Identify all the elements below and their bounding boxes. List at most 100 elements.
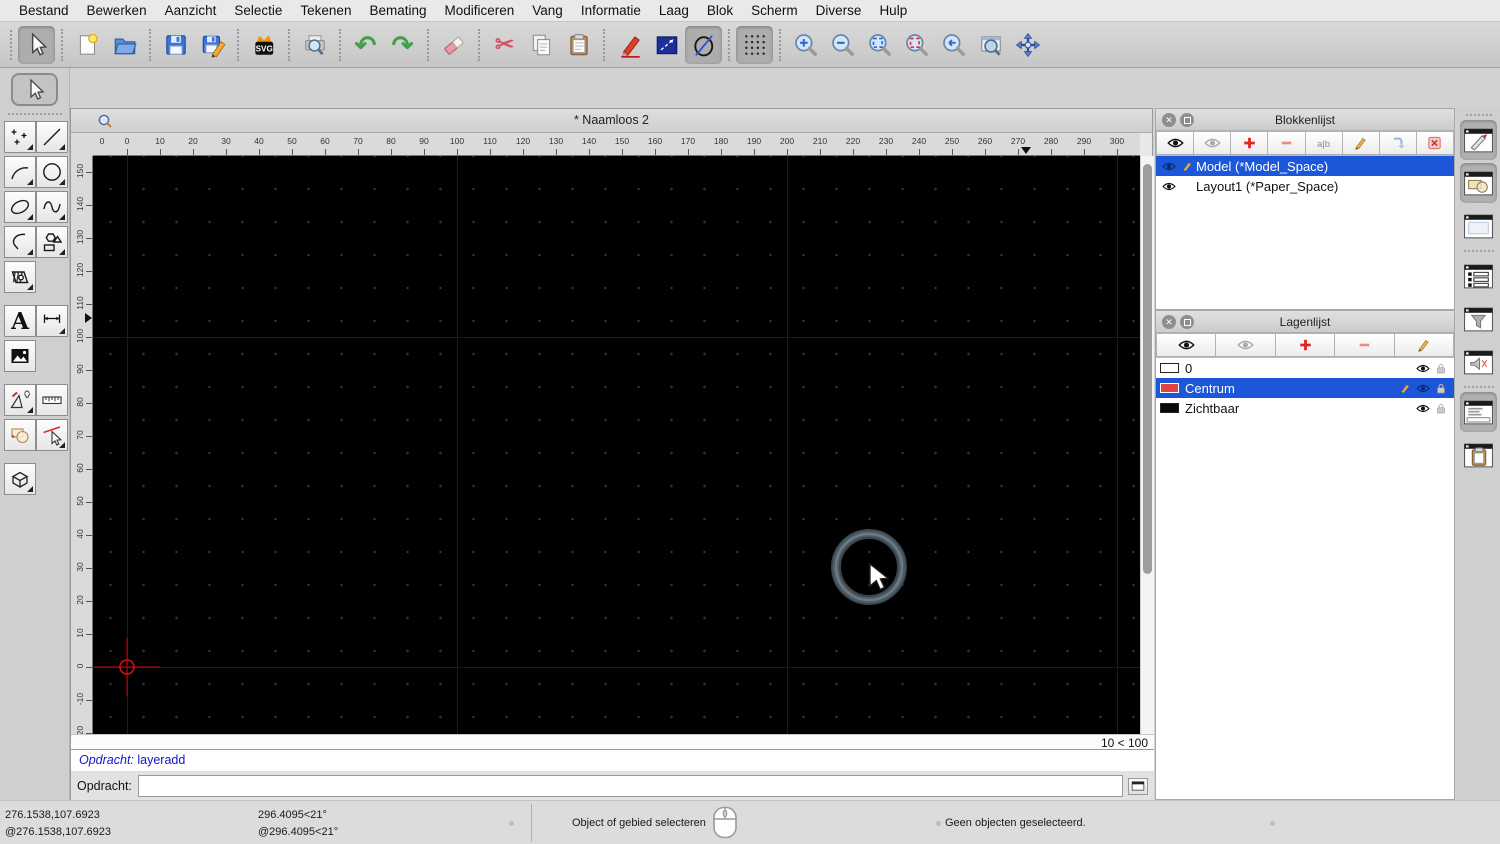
toggle-layer-list-button[interactable] bbox=[1460, 256, 1497, 296]
tool-modify-button[interactable] bbox=[4, 419, 36, 451]
strip-grip[interactable] bbox=[1465, 114, 1492, 116]
tool-points-button[interactable] bbox=[4, 121, 36, 153]
menu-diverse[interactable]: Diverse bbox=[807, 0, 871, 22]
edit-block-button[interactable] bbox=[1342, 131, 1380, 155]
undo-button[interactable]: ↶ bbox=[347, 26, 384, 64]
tool-drafting-button[interactable] bbox=[4, 384, 36, 416]
zoom-out-button[interactable] bbox=[824, 26, 861, 64]
add-layer-button[interactable] bbox=[1275, 333, 1336, 357]
draft-mode-button[interactable] bbox=[685, 25, 722, 64]
show-all-layers-button[interactable] bbox=[1156, 333, 1217, 357]
eye-icon[interactable] bbox=[1160, 159, 1178, 173]
tool-spline-button[interactable] bbox=[36, 191, 68, 223]
tool-text-button[interactable]: A bbox=[4, 305, 36, 337]
zoom-window-button[interactable] bbox=[972, 26, 1009, 64]
menu-informatie[interactable]: Informatie bbox=[572, 0, 650, 22]
save-drawing-button[interactable] bbox=[157, 26, 194, 64]
edit-layer-button[interactable] bbox=[1394, 333, 1455, 357]
redo-button[interactable]: ↷ bbox=[384, 26, 421, 64]
toolbar-grip[interactable] bbox=[10, 29, 14, 60]
menu-scherm[interactable]: Scherm bbox=[742, 0, 807, 22]
hide-all-layers-button[interactable] bbox=[1216, 333, 1276, 357]
layer-row[interactable]: Centrum bbox=[1156, 378, 1454, 398]
pencil-icon[interactable] bbox=[1396, 381, 1414, 395]
print-preview-button[interactable] bbox=[296, 26, 333, 64]
menu-aanzicht[interactable]: Aanzicht bbox=[156, 0, 226, 22]
menu-bestand[interactable]: Bestand bbox=[10, 0, 78, 22]
tool-polyline-button[interactable] bbox=[4, 226, 36, 258]
lock-icon[interactable] bbox=[1432, 401, 1450, 415]
menu-tekenen[interactable]: Tekenen bbox=[291, 0, 360, 22]
horizontal-scrollbar[interactable]: 10 < 100 bbox=[71, 734, 1154, 750]
show-all-blocks-button[interactable] bbox=[1156, 131, 1195, 155]
menu-bemating[interactable]: Bemating bbox=[360, 0, 435, 22]
cut-button[interactable]: ✂ bbox=[486, 26, 523, 64]
eye-icon[interactable] bbox=[1160, 179, 1178, 193]
layer-row[interactable]: Zichtbaar bbox=[1156, 398, 1454, 418]
tool-measure-button[interactable] bbox=[36, 384, 68, 416]
remove-layer-button[interactable] bbox=[1335, 333, 1395, 357]
toggle-block-edit-widget-button[interactable] bbox=[1460, 120, 1497, 160]
export-svg-button[interactable]: SVG bbox=[245, 26, 282, 64]
vertical-scrollbar-thumb[interactable] bbox=[1143, 164, 1152, 574]
paste-button[interactable] bbox=[560, 26, 597, 64]
toggle-library-browser-button[interactable] bbox=[1460, 163, 1497, 203]
remove-block-button[interactable] bbox=[1268, 131, 1306, 155]
menu-modificeren[interactable]: Modificeren bbox=[436, 0, 524, 22]
toggle-layer-filter-button[interactable] bbox=[1460, 299, 1497, 339]
command-input[interactable] bbox=[137, 775, 1123, 797]
tool-dimension-button[interactable] bbox=[36, 305, 68, 337]
tool-circle-button[interactable] bbox=[36, 156, 68, 188]
zoom-previous-button[interactable] bbox=[935, 26, 972, 64]
tool-arc-button[interactable] bbox=[4, 156, 36, 188]
vertical-scrollbar[interactable] bbox=[1140, 156, 1154, 734]
lock-icon[interactable] bbox=[1432, 381, 1450, 395]
hide-all-blocks-button[interactable] bbox=[1194, 131, 1232, 155]
menu-blok[interactable]: Blok bbox=[698, 0, 742, 22]
pencil-icon[interactable] bbox=[1178, 159, 1196, 173]
pen-attributes-button[interactable] bbox=[611, 26, 648, 64]
eye-icon[interactable] bbox=[1414, 401, 1432, 415]
layer-row[interactable]: 0 bbox=[1156, 358, 1454, 378]
zoom-selected-button[interactable] bbox=[898, 26, 935, 64]
toggle-announcement-widget-button[interactable] bbox=[1460, 342, 1497, 382]
select-tool-button[interactable] bbox=[11, 73, 58, 106]
drawing-window-titlebar[interactable]: * Naamloos 2 bbox=[71, 109, 1152, 133]
lock-icon[interactable] bbox=[1432, 361, 1450, 375]
open-drawing-button[interactable] bbox=[106, 26, 143, 64]
delete-entities-button[interactable] bbox=[435, 26, 472, 64]
toggle-blank-widget-button[interactable] bbox=[1460, 206, 1497, 246]
select-tool-button[interactable] bbox=[18, 25, 55, 64]
copy-button[interactable] bbox=[523, 26, 560, 64]
tool-ellipse-button[interactable] bbox=[4, 191, 36, 223]
line-attributes-button[interactable] bbox=[648, 26, 685, 64]
zoom-pan-button[interactable] bbox=[1009, 26, 1046, 64]
tool-3d-button[interactable] bbox=[4, 463, 36, 495]
menu-laag[interactable]: Laag bbox=[650, 0, 698, 22]
tool-select-entities-button[interactable] bbox=[36, 419, 68, 451]
toggle-command-widget-button[interactable] bbox=[1460, 392, 1497, 432]
toggle-clipboard-widget-button[interactable] bbox=[1460, 435, 1497, 475]
delete-block-button[interactable] bbox=[1416, 131, 1454, 155]
tool-shapes-button[interactable] bbox=[36, 226, 68, 258]
eye-icon[interactable] bbox=[1414, 381, 1432, 395]
rename-block-button[interactable]: a|b bbox=[1305, 131, 1343, 155]
tool-hatch-button[interactable] bbox=[4, 261, 36, 293]
zoom-in-button[interactable] bbox=[787, 26, 824, 64]
menu-bewerken[interactable]: Bewerken bbox=[78, 0, 156, 22]
add-block-button[interactable] bbox=[1231, 131, 1269, 155]
menu-selectie[interactable]: Selectie bbox=[225, 0, 291, 22]
tool-image-button[interactable] bbox=[4, 340, 36, 372]
zoom-auto-button[interactable] bbox=[861, 26, 898, 64]
new-drawing-button[interactable] bbox=[69, 26, 106, 64]
eye-icon[interactable] bbox=[1414, 361, 1432, 375]
grid-toggle-button[interactable] bbox=[736, 25, 773, 64]
menu-vang[interactable]: Vang bbox=[523, 0, 572, 22]
block-row[interactable]: Layout1 (*Paper_Space) bbox=[1156, 176, 1454, 196]
drawing-canvas[interactable] bbox=[93, 156, 1140, 734]
command-detach-button[interactable] bbox=[1128, 777, 1148, 795]
insert-block-button[interactable] bbox=[1379, 131, 1417, 155]
menu-hulp[interactable]: Hulp bbox=[870, 0, 916, 22]
tool-line-button[interactable] bbox=[36, 121, 68, 153]
save-drawing-as-button[interactable] bbox=[194, 26, 231, 64]
